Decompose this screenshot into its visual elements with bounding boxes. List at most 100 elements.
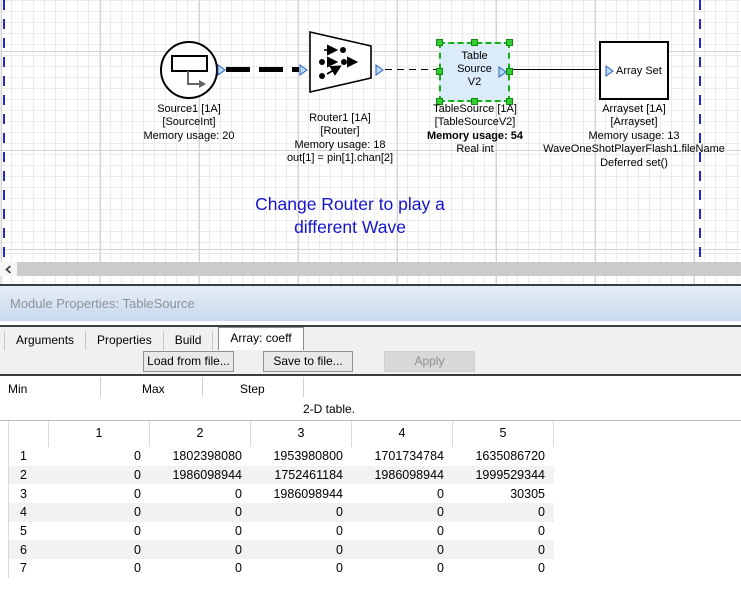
table-cell[interactable]: 0 bbox=[49, 561, 150, 575]
table-corner-cell bbox=[9, 421, 49, 447]
row-header[interactable]: 6 bbox=[9, 543, 49, 557]
table-cell[interactable]: 0 bbox=[49, 487, 150, 501]
diagram-canvas[interactable]: Table Source V2 Array Set Source1 [1A] bbox=[0, 0, 741, 284]
table-cell[interactable]: 0 bbox=[352, 543, 453, 557]
selection-handle[interactable] bbox=[436, 39, 443, 46]
block-tablesource[interactable]: Table Source V2 bbox=[439, 42, 510, 102]
table-cell[interactable]: 30305 bbox=[453, 487, 554, 501]
arrayset-body-label: Array Set bbox=[616, 65, 662, 77]
table-cell[interactable]: 0 bbox=[49, 449, 150, 463]
field-separator bbox=[100, 377, 101, 397]
table-cell[interactable]: 0 bbox=[251, 524, 352, 538]
table-cell[interactable]: 1986098944 bbox=[251, 487, 352, 501]
router1-input-pin-icon[interactable] bbox=[299, 64, 308, 76]
table-row[interactable]: 3001986098944030305 bbox=[9, 484, 554, 503]
table-cell[interactable]: 0 bbox=[150, 487, 251, 501]
horizontal-scrollbar[interactable] bbox=[0, 262, 741, 276]
table-cell[interactable]: 1986098944 bbox=[150, 468, 251, 482]
wire-tablesource-to-arrayset[interactable] bbox=[512, 69, 600, 70]
table-cell[interactable]: 0 bbox=[251, 505, 352, 519]
arrayset-input-pin-icon[interactable] bbox=[605, 65, 614, 77]
table-cell[interactable]: 0 bbox=[352, 487, 453, 501]
table-cell[interactable]: 0 bbox=[453, 505, 554, 519]
table-cell[interactable]: 0 bbox=[453, 524, 554, 538]
tab-arguments[interactable]: Arguments bbox=[4, 331, 86, 350]
tablesource-output-pin-icon[interactable] bbox=[498, 66, 507, 78]
row-header[interactable]: 5 bbox=[9, 524, 49, 538]
table-header-row: 12345 bbox=[9, 421, 554, 447]
wire-router-to-tablesource[interactable] bbox=[385, 69, 438, 70]
table-cell[interactable]: 0 bbox=[352, 524, 453, 538]
table-cell[interactable]: 0 bbox=[150, 524, 251, 538]
table-cell[interactable]: 0 bbox=[352, 561, 453, 575]
tab-array-coeff[interactable]: Array: coeff bbox=[218, 327, 303, 350]
button-row: Load from file... Save to file... Apply bbox=[0, 350, 741, 374]
chevron-left-icon bbox=[5, 265, 12, 274]
tablesource-body-line: Table bbox=[441, 50, 508, 63]
column-header[interactable]: 2 bbox=[150, 421, 251, 447]
row-header[interactable]: 3 bbox=[9, 487, 49, 501]
table-cell[interactable]: 1752461184 bbox=[251, 468, 352, 482]
table-cell[interactable]: 1986098944 bbox=[352, 468, 453, 482]
apply-button[interactable]: Apply bbox=[384, 351, 475, 372]
table-cell[interactable]: 0 bbox=[49, 505, 150, 519]
source-arrow-icon bbox=[177, 71, 209, 95]
column-header[interactable]: 1 bbox=[49, 421, 150, 447]
table-cell[interactable]: 0 bbox=[453, 543, 554, 557]
panel-titlebar[interactable]: Module Properties: TableSource bbox=[0, 286, 741, 321]
table-cell[interactable]: 1802398080 bbox=[150, 449, 251, 463]
table-cell[interactable]: 0 bbox=[49, 524, 150, 538]
tab-properties[interactable]: Properties bbox=[86, 331, 164, 350]
table-body: 1018023980801953980800170173478416350867… bbox=[9, 447, 554, 578]
column-header[interactable]: 4 bbox=[352, 421, 453, 447]
router1-output-pin-icon[interactable] bbox=[375, 64, 384, 76]
max-label: Max bbox=[142, 382, 165, 396]
table-cell[interactable]: 1953980800 bbox=[251, 449, 352, 463]
arrayset-caption: Arrayset [1A] [Arrayset] Memory usage: 1… bbox=[534, 103, 734, 170]
row-header[interactable]: 1 bbox=[9, 449, 49, 463]
tab-build[interactable]: Build bbox=[164, 331, 214, 350]
table-cell[interactable]: 0 bbox=[251, 561, 352, 575]
table-cell[interactable]: 0 bbox=[251, 543, 352, 557]
load-from-file-button[interactable]: Load from file... bbox=[143, 351, 234, 372]
table-cell[interactable]: 0 bbox=[453, 561, 554, 575]
table-row[interactable]: 600000 bbox=[9, 540, 554, 559]
block-arrayset[interactable]: Array Set bbox=[599, 41, 669, 100]
row-header[interactable]: 7 bbox=[9, 561, 49, 575]
table-row[interactable]: 2019860989441752461184198609894419995293… bbox=[9, 466, 554, 485]
selection-handle[interactable] bbox=[436, 68, 443, 75]
step-label: Step bbox=[240, 382, 265, 396]
field-separator bbox=[303, 377, 304, 397]
table-row[interactable]: 1018023980801953980800170173478416350867… bbox=[9, 447, 554, 466]
selection-handle[interactable] bbox=[506, 39, 513, 46]
source-symbol-icon bbox=[171, 55, 208, 72]
table-cell[interactable]: 0 bbox=[352, 505, 453, 519]
column-header[interactable]: 3 bbox=[251, 421, 352, 447]
selection-handle[interactable] bbox=[506, 68, 513, 75]
row-header[interactable]: 4 bbox=[9, 505, 49, 519]
tablesource-caption: TableSource [1A] [TableSourceV2] Memory … bbox=[395, 103, 555, 157]
min-label: Min bbox=[8, 382, 27, 396]
table-cell[interactable]: 0 bbox=[49, 468, 150, 482]
row-header[interactable]: 2 bbox=[9, 468, 49, 482]
block-source1[interactable] bbox=[160, 41, 218, 99]
table-cell[interactable]: 0 bbox=[150, 561, 251, 575]
table-row[interactable]: 500000 bbox=[9, 522, 554, 541]
scroll-left-button[interactable] bbox=[0, 262, 17, 276]
table-cell[interactable]: 1635086720 bbox=[453, 449, 554, 463]
table-row[interactable]: 700000 bbox=[9, 559, 554, 578]
table-cell[interactable]: 1999529344 bbox=[453, 468, 554, 482]
table-cell[interactable]: 0 bbox=[49, 543, 150, 557]
selection-handle[interactable] bbox=[471, 39, 478, 46]
table-row[interactable]: 400000 bbox=[9, 503, 554, 522]
wire-source-to-router[interactable] bbox=[226, 67, 299, 72]
block-router1[interactable] bbox=[308, 29, 374, 95]
table-cell[interactable]: 0 bbox=[150, 505, 251, 519]
table-cell[interactable]: 1701734784 bbox=[352, 449, 453, 463]
save-to-file-button[interactable]: Save to file... bbox=[263, 351, 353, 372]
table-cell[interactable]: 0 bbox=[150, 543, 251, 557]
source1-output-pin-icon[interactable] bbox=[217, 64, 226, 76]
page-boundary-left bbox=[3, 0, 5, 262]
canvas-annotation[interactable]: Change Router to play a different Wave bbox=[228, 193, 472, 239]
column-header[interactable]: 5 bbox=[453, 421, 554, 447]
